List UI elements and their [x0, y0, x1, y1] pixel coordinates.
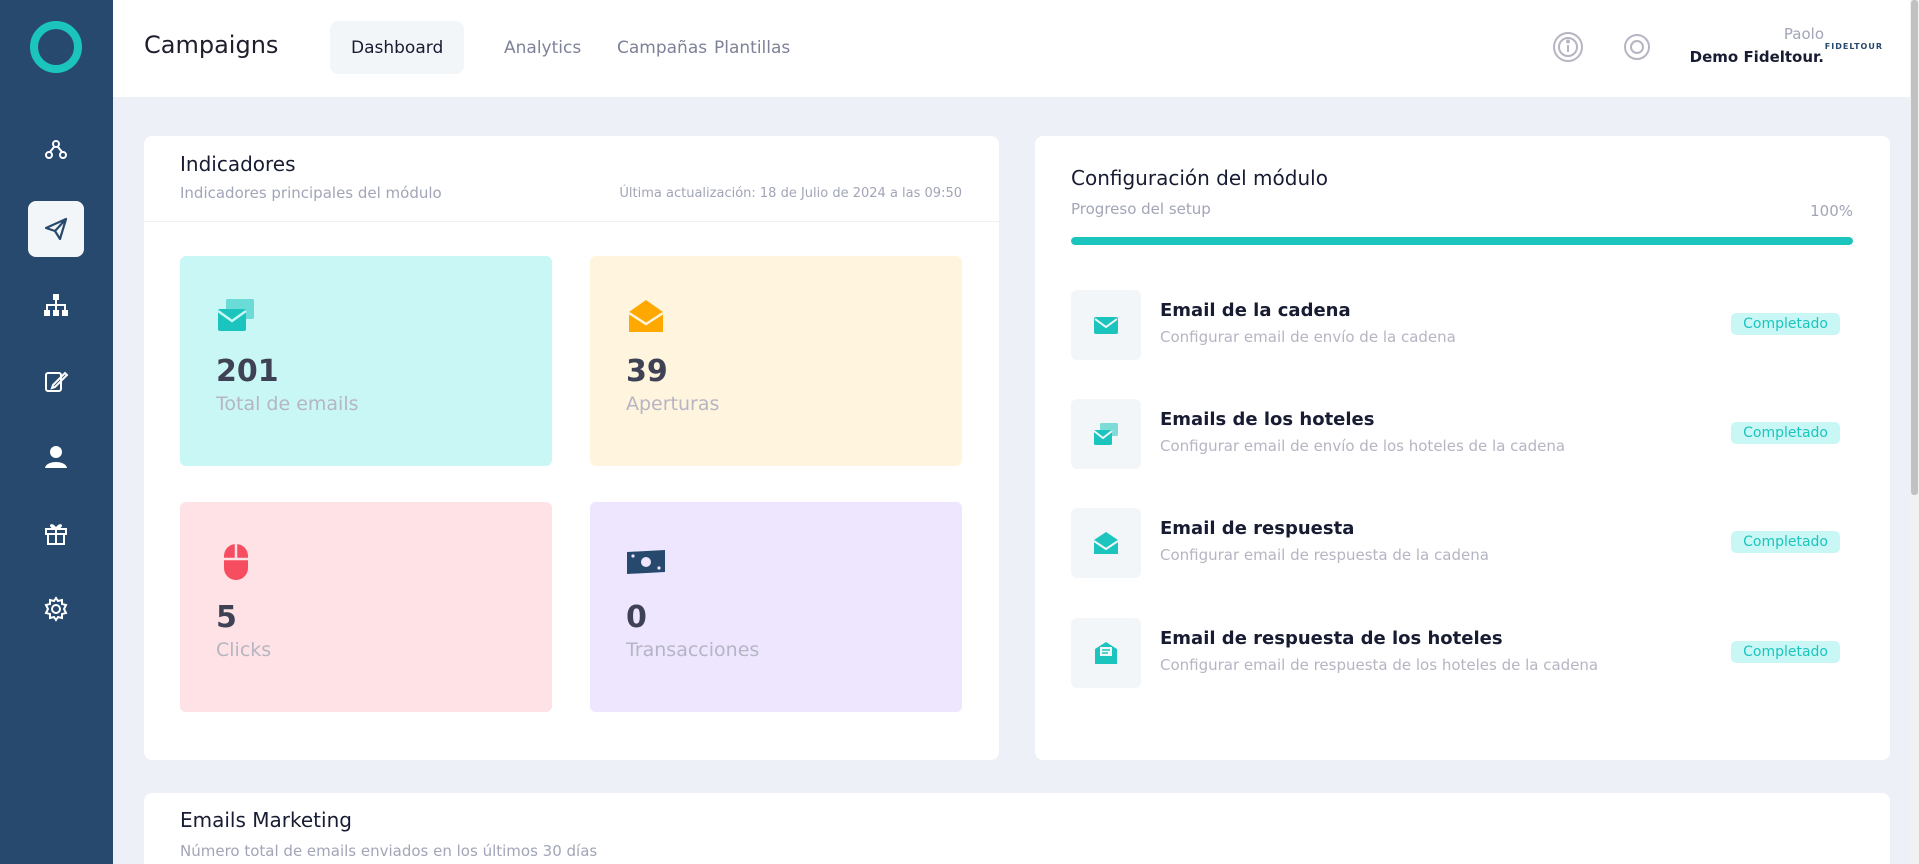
indicators-title: Indicadores	[180, 152, 296, 176]
setup-item-desc: Configurar email de respuesta de los hot…	[1160, 656, 1599, 674]
marketing-title: Emails Marketing	[180, 808, 352, 832]
mail-stack-icon	[1093, 423, 1118, 445]
stat-clicks: 5 Clicks	[180, 502, 552, 712]
setup-icon-box	[1071, 618, 1141, 688]
setup-item-desc: Configurar email de envío de los hoteles…	[1160, 437, 1566, 455]
open-envelope-icon	[1093, 532, 1119, 554]
setup-item-title: Emails de los hoteles	[1160, 409, 1375, 430]
last-updated: Última actualización: 18 de Julio de 202…	[619, 186, 962, 201]
setup-item[interactable]: Email de la cadena Configurar email de e…	[1071, 290, 1840, 360]
support-icon[interactable]	[1621, 31, 1653, 63]
page-scrollbar[interactable]	[1910, 0, 1919, 864]
sidebar	[0, 0, 113, 864]
status-badge: Completado	[1731, 313, 1840, 335]
indicators-subtitle: Indicadores principales del módulo	[180, 184, 442, 202]
setup-icon-box	[1071, 290, 1141, 360]
tab-analytics[interactable]: Analytics	[483, 21, 602, 74]
sidebar-item-contacts[interactable]	[28, 122, 84, 178]
stat-transactions: 0 Transacciones	[590, 502, 962, 712]
top-header: Campaigns Dashboard Analytics Campañas P…	[113, 0, 1919, 97]
setup-icon-box	[1071, 508, 1141, 578]
mouse-icon	[224, 544, 248, 580]
users-network-icon	[45, 140, 67, 159]
progress-bar	[1071, 237, 1853, 245]
stat-label: Total de emails	[216, 393, 359, 415]
stat-total-emails: 201 Total de emails	[180, 256, 552, 466]
sidebar-item-users[interactable]	[28, 429, 84, 485]
money-icon	[627, 550, 665, 574]
stat-value: 39	[626, 354, 668, 389]
divider	[144, 221, 999, 222]
scrollbar-thumb[interactable]	[1911, 0, 1918, 495]
config-card: Configuración del módulo Progreso del se…	[1035, 136, 1890, 760]
setup-item[interactable]: Email de respuesta Configurar email de r…	[1071, 508, 1840, 578]
setup-item-title: Email de respuesta	[1160, 518, 1355, 539]
indicators-card: Indicadores Indicadores principales del …	[144, 136, 999, 760]
progress-percent: 100%	[1810, 202, 1853, 220]
stat-value: 5	[216, 600, 237, 635]
progress-fill	[1071, 237, 1853, 245]
sidebar-item-campaigns[interactable]	[28, 201, 84, 257]
stat-label: Aperturas	[626, 393, 720, 415]
mail-stack-icon	[217, 299, 254, 331]
app-logo[interactable]	[30, 21, 82, 73]
user-name: Paolo	[1783, 25, 1824, 43]
marketing-card: Emails Marketing Número total de emails …	[144, 793, 1890, 864]
stat-opens: 39 Aperturas	[590, 256, 962, 466]
setup-item[interactable]: Emails de los hoteles Configurar email d…	[1071, 399, 1840, 469]
setup-item[interactable]: Email de respuesta de los hoteles Config…	[1071, 618, 1840, 688]
paper-plane-icon	[44, 217, 68, 241]
sidebar-item-rewards[interactable]	[28, 505, 84, 561]
sitemap-icon	[44, 294, 68, 316]
status-badge: Completado	[1731, 422, 1840, 444]
tab-dashboard[interactable]: Dashboard	[330, 21, 465, 74]
stat-label: Transacciones	[626, 639, 760, 661]
sidebar-item-structure[interactable]	[28, 277, 84, 333]
tab-templates[interactable]: Plantillas	[693, 21, 811, 74]
gift-icon	[45, 524, 67, 545]
mail-reply-icon	[1095, 642, 1117, 664]
brand-logo: FIDELTOUR	[1824, 42, 1883, 51]
page-title: Campaigns	[144, 31, 279, 59]
status-badge: Completado	[1731, 641, 1840, 663]
open-envelope-icon	[628, 300, 664, 332]
stat-value: 201	[216, 354, 279, 389]
stat-label: Clicks	[216, 639, 272, 661]
marketing-subtitle: Número total de emails enviados en los ú…	[180, 842, 598, 860]
setup-item-desc: Configurar email de envío de la cadena	[1160, 328, 1456, 346]
setup-icon-box	[1071, 399, 1141, 469]
gear-icon	[44, 596, 68, 622]
status-badge: Completado	[1731, 531, 1840, 553]
setup-item-desc: Configurar email de respuesta de la cade…	[1160, 546, 1489, 564]
progress-label: Progreso del setup	[1071, 200, 1211, 218]
user-icon	[45, 446, 67, 468]
sidebar-item-settings[interactable]	[28, 581, 84, 637]
setup-item-title: Email de respuesta de los hoteles	[1160, 628, 1503, 649]
user-organization[interactable]: Demo Fideltour.	[1690, 48, 1824, 66]
envelope-icon	[1094, 317, 1118, 334]
sidebar-item-templates[interactable]	[28, 353, 84, 409]
stat-value: 0	[626, 600, 647, 635]
setup-item-title: Email de la cadena	[1160, 300, 1351, 321]
config-title: Configuración del módulo	[1071, 166, 1328, 190]
info-icon[interactable]	[1552, 31, 1584, 63]
edit-icon	[45, 371, 69, 392]
